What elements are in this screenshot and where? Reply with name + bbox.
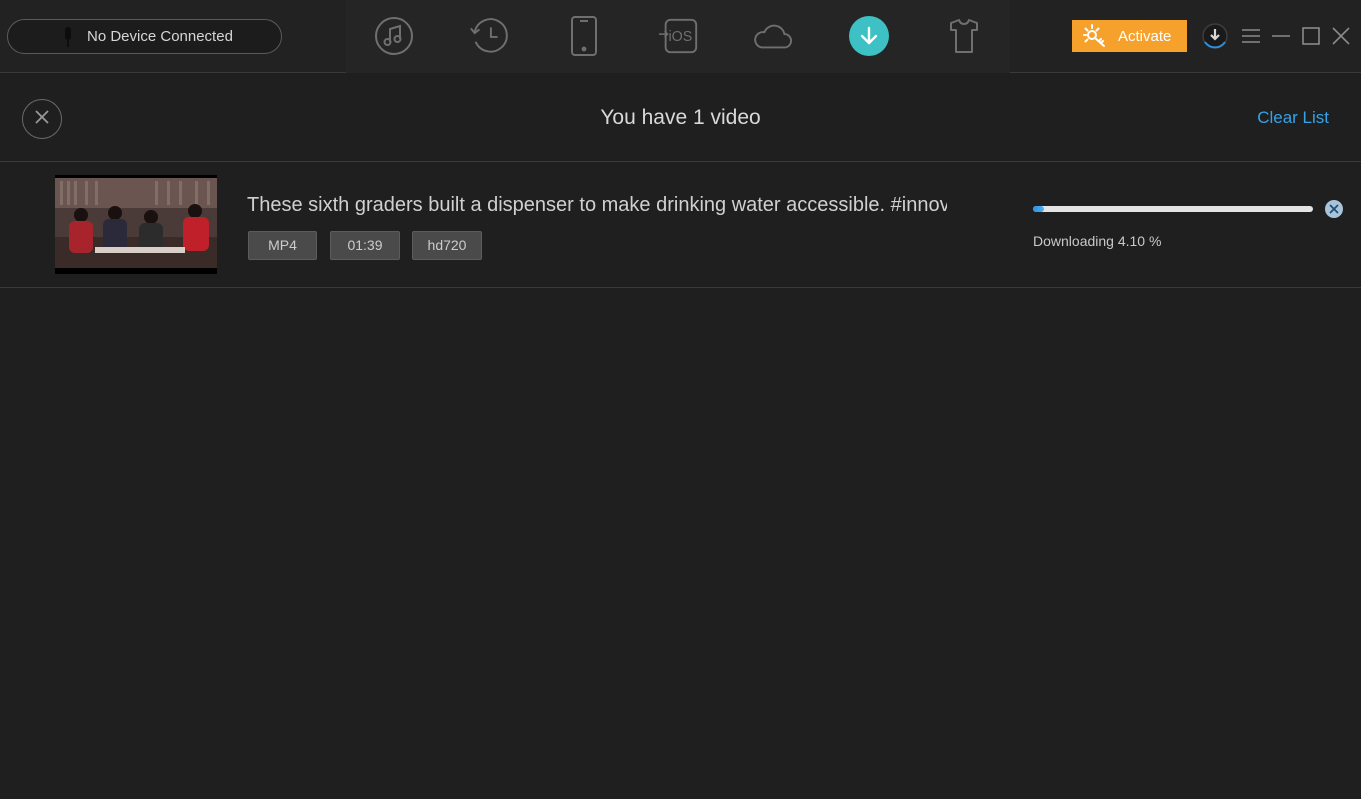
format-badge: MP4 bbox=[248, 231, 317, 260]
tshirt-icon[interactable] bbox=[943, 15, 985, 57]
duration-badge: 01:39 bbox=[330, 231, 400, 260]
device-plug-icon bbox=[63, 27, 73, 47]
key-sun-icon bbox=[1082, 24, 1108, 48]
device-status-label: No Device Connected bbox=[87, 28, 233, 45]
download-active-disc bbox=[849, 16, 889, 56]
main-nav: iOS bbox=[346, 0, 1010, 73]
download-progress-bar bbox=[1033, 206, 1313, 212]
activate-label: Activate bbox=[1118, 28, 1172, 45]
cancel-download-button[interactable] bbox=[1325, 200, 1343, 218]
phone-icon[interactable] bbox=[563, 15, 605, 57]
device-status-pill[interactable]: No Device Connected bbox=[7, 19, 282, 54]
resolution-badge: hd720 bbox=[412, 231, 482, 260]
to-ios-icon[interactable]: iOS bbox=[658, 15, 700, 57]
download-icon[interactable] bbox=[848, 15, 890, 57]
music-icon[interactable] bbox=[373, 15, 415, 57]
video-thumbnail[interactable] bbox=[55, 175, 217, 274]
minimize-icon[interactable] bbox=[1267, 22, 1295, 50]
page-title: You have 1 video bbox=[600, 106, 761, 129]
cancel-icon bbox=[1329, 204, 1339, 214]
app-window: No Device Connected iOS Activate You hav… bbox=[0, 0, 1361, 799]
menu-icon[interactable] bbox=[1237, 22, 1265, 50]
svg-text:iOS: iOS bbox=[669, 29, 693, 45]
download-status: Downloading 4.10 % bbox=[1033, 233, 1162, 249]
video-title: These sixth graders built a dispenser to… bbox=[247, 194, 947, 216]
list-header: You have 1 video Clear List bbox=[0, 74, 1361, 162]
close-window-icon[interactable] bbox=[1327, 22, 1355, 50]
activate-button[interactable]: Activate bbox=[1072, 20, 1187, 52]
cloud-icon[interactable] bbox=[751, 15, 793, 57]
clear-list-link[interactable]: Clear List bbox=[1257, 108, 1329, 128]
download-progress-fill bbox=[1033, 206, 1045, 212]
maximize-icon[interactable] bbox=[1297, 22, 1325, 50]
video-list-item[interactable]: These sixth graders built a dispenser to… bbox=[0, 163, 1361, 288]
top-bar: No Device Connected iOS Activate bbox=[0, 0, 1361, 73]
history-icon[interactable] bbox=[468, 15, 510, 57]
download-manager-icon[interactable] bbox=[1201, 22, 1229, 50]
